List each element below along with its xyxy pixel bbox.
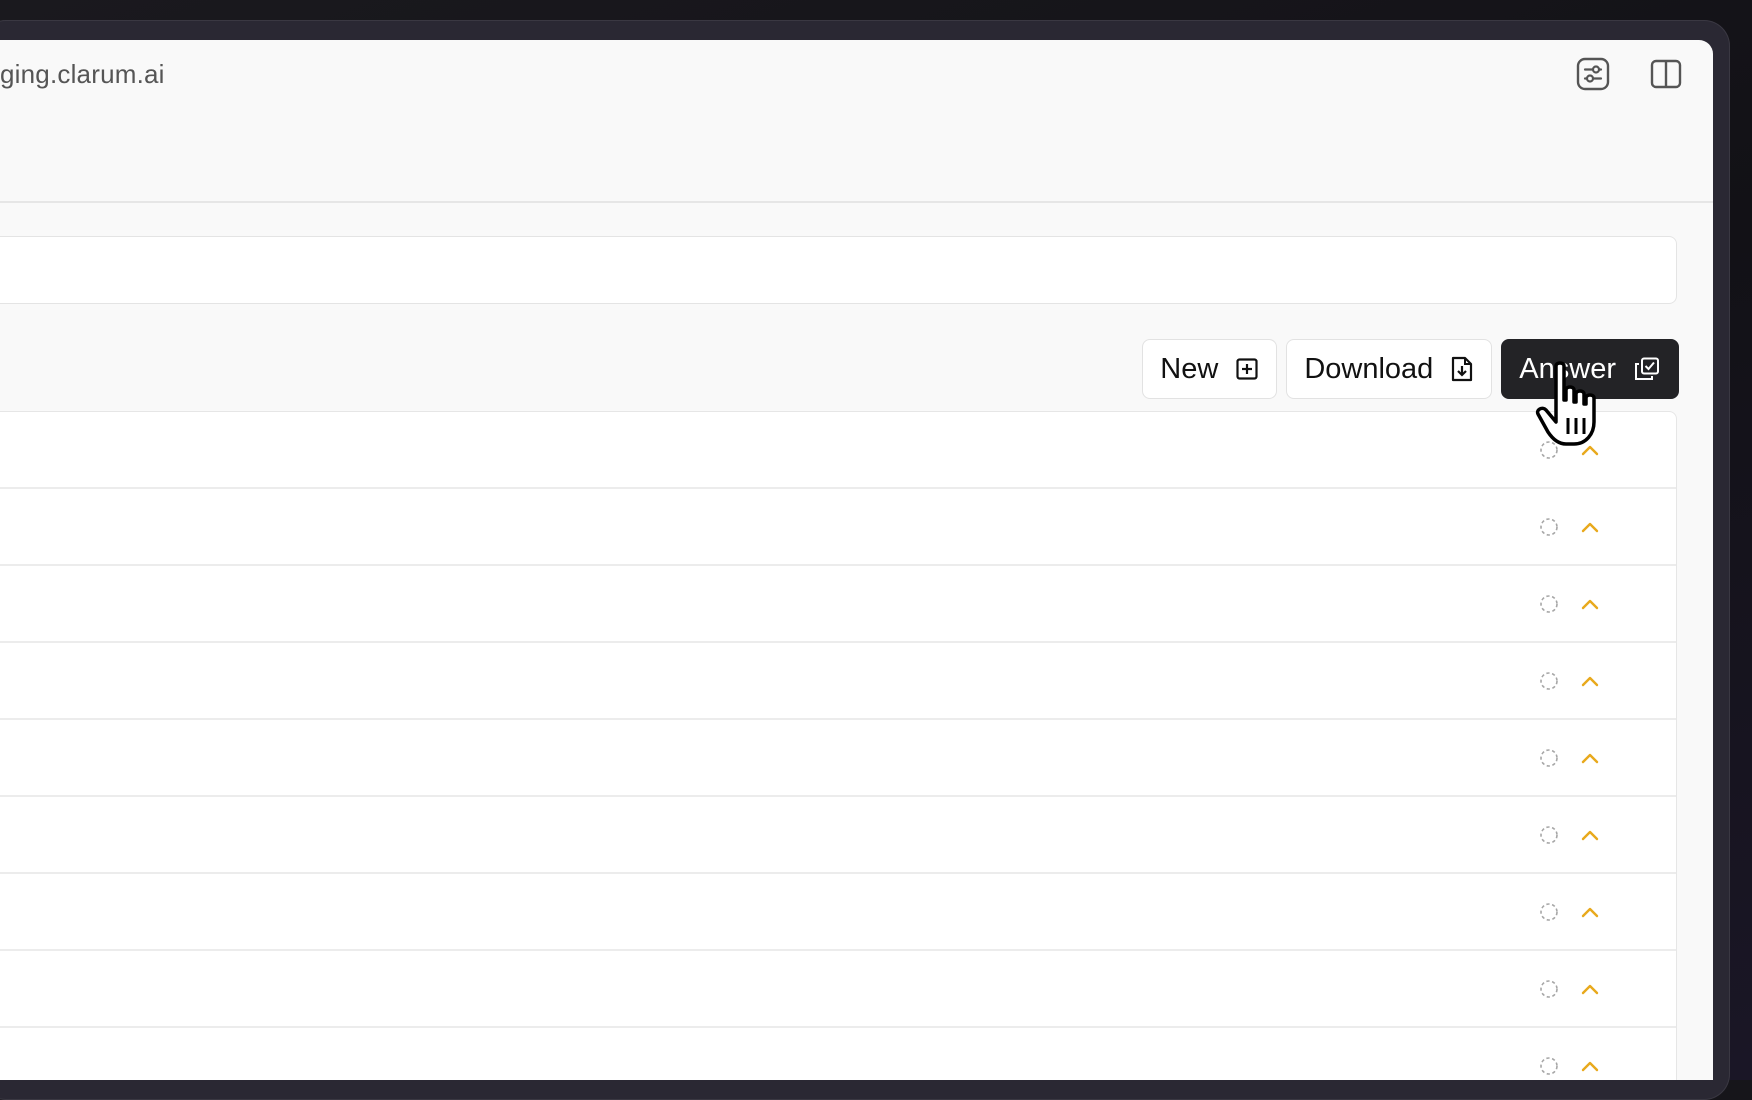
dashed-circle-icon [1540,595,1558,613]
download-button[interactable]: Download [1286,339,1493,399]
chevron-up-icon[interactable] [1579,904,1601,920]
dashed-circle-icon [1540,1057,1558,1075]
answer-button-label: Answer [1519,352,1616,385]
dashed-circle-icon [1540,749,1558,767]
chevron-up-icon[interactable] [1579,981,1601,997]
dashed-circle-icon [1540,826,1558,844]
dashed-circle-icon [1540,980,1558,998]
browser-window: ging.clarum.ai New Download Answer [0,40,1713,1080]
dashed-circle-icon [1540,672,1558,690]
dashed-circle-icon [1540,518,1558,536]
dashed-circle-icon [1540,903,1558,921]
list-item[interactable] [0,1028,1676,1080]
chevron-up-icon[interactable] [1579,827,1601,843]
file-download-icon [1452,356,1473,382]
list-item[interactable] [0,489,1676,566]
new-button[interactable]: New [1142,339,1278,399]
sidebar-toggle-icon[interactable] [1648,56,1684,92]
new-button-label: New [1160,352,1219,385]
chevron-up-icon[interactable] [1579,442,1601,458]
chevron-up-icon[interactable] [1579,750,1601,766]
chevron-up-icon[interactable] [1579,673,1601,689]
dashed-circle-icon [1540,441,1558,459]
chevron-up-icon[interactable] [1579,596,1601,612]
download-button-label: Download [1304,352,1434,385]
list-item[interactable] [0,412,1676,489]
header-divider [0,201,1713,203]
copy-check-icon [1635,357,1659,380]
list-item[interactable] [0,797,1676,874]
action-toolbar: New Download Answer [1142,339,1679,399]
results-list [0,411,1677,1080]
list-item[interactable] [0,566,1676,643]
address-bar-url[interactable]: ging.clarum.ai [0,59,165,90]
sliders-icon[interactable] [1575,56,1611,92]
list-item[interactable] [0,951,1676,1028]
list-item[interactable] [0,643,1676,720]
chevron-up-icon[interactable] [1579,1058,1601,1074]
chevron-up-icon[interactable] [1579,519,1601,535]
list-item[interactable] [0,720,1676,797]
list-item[interactable] [0,874,1676,951]
search-bar[interactable] [0,236,1677,304]
answer-button[interactable]: Answer [1501,339,1679,399]
plus-square-icon [1236,358,1258,380]
